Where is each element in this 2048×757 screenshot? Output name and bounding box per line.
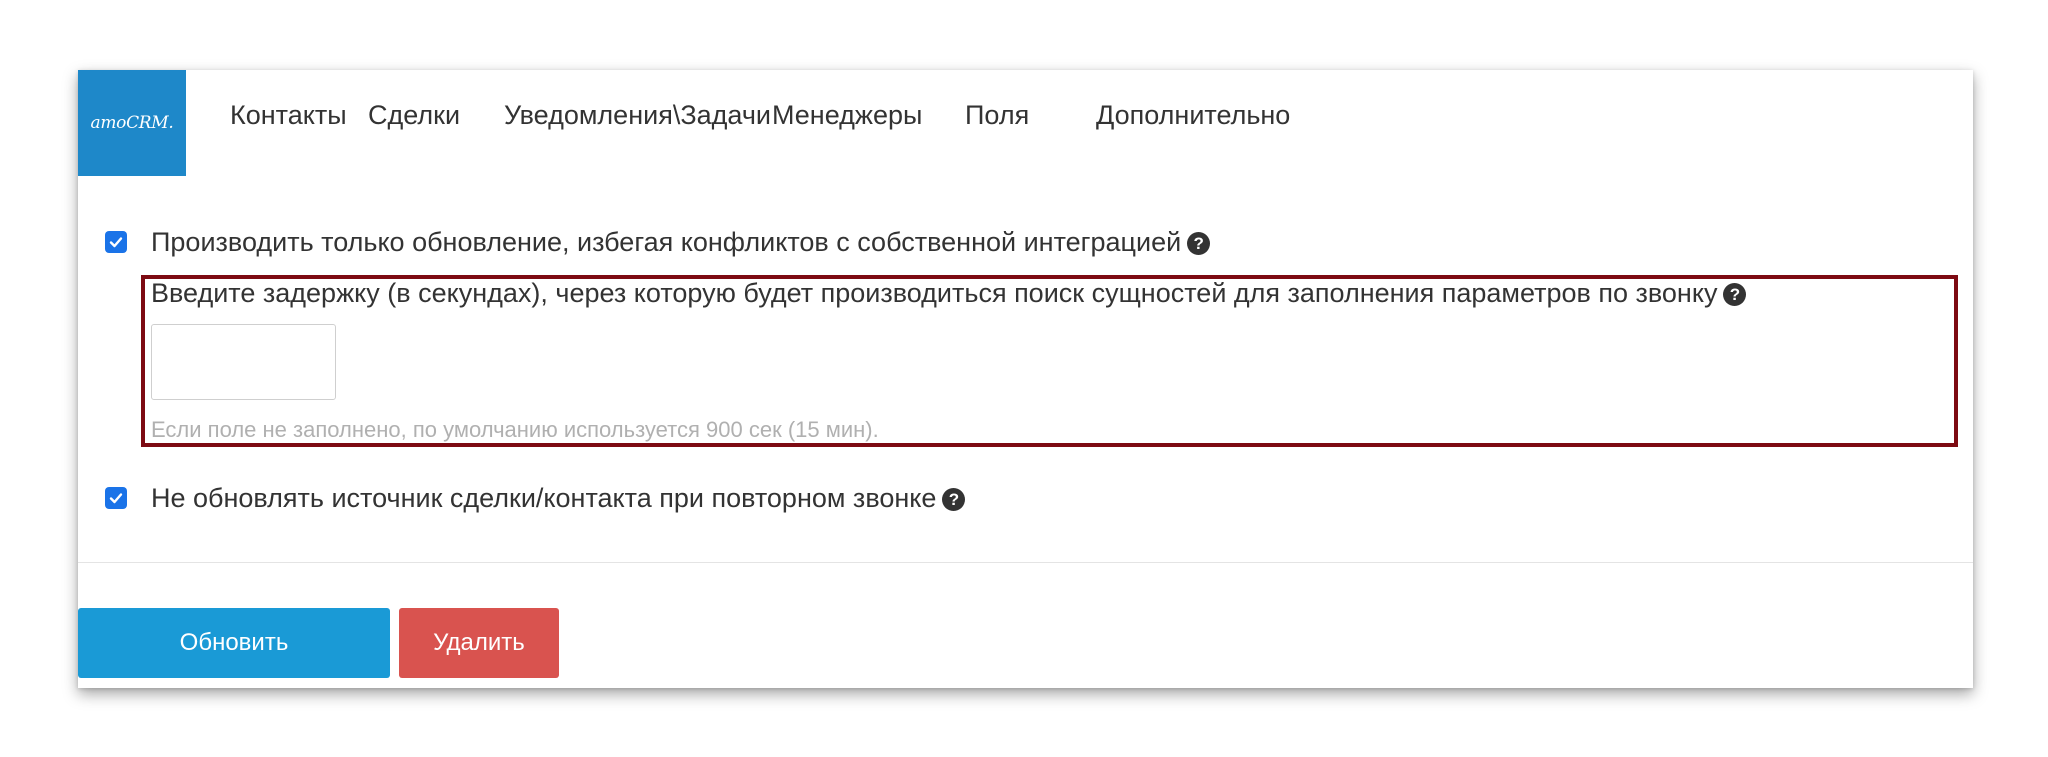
tab-notifications-tasks[interactable]: Уведомления\Задачи <box>504 100 771 131</box>
question-circle-icon[interactable]: ? <box>942 488 966 511</box>
delay-label: Введите задержку (в секундах), через кот… <box>151 278 1747 309</box>
question-circle-icon[interactable]: ? <box>1187 232 1211 255</box>
no-source-update-label: Не обновлять источник сделки/контакта пр… <box>151 483 966 514</box>
divider <box>78 562 1973 563</box>
update-only-label: Производить только обновление, избегая к… <box>151 227 1211 258</box>
tab-fields[interactable]: Поля <box>965 100 1029 131</box>
delay-seconds-input[interactable] <box>151 324 336 400</box>
amocrm-logo[interactable]: amoCRM. <box>78 70 186 176</box>
checkmark-icon <box>109 237 123 248</box>
settings-card: amoCRM. Контакты Сделки Уведомления\Зада… <box>78 70 1973 688</box>
update-only-checkbox[interactable] <box>105 231 127 253</box>
no-source-update-checkbox[interactable] <box>105 487 127 509</box>
tab-contacts[interactable]: Контакты <box>230 100 347 131</box>
delete-button[interactable]: Удалить <box>399 608 559 678</box>
tab-managers[interactable]: Менеджеры <box>772 100 922 131</box>
update-only-text: Производить только обновление, избегая к… <box>151 227 1182 257</box>
tab-deals[interactable]: Сделки <box>368 100 460 131</box>
top-navigation: amoCRM. Контакты Сделки Уведомления\Зада… <box>78 70 1973 176</box>
tab-additional[interactable]: Дополнительно <box>1096 100 1290 131</box>
question-circle-icon[interactable]: ? <box>1723 283 1747 306</box>
delay-hint: Если поле не заполнено, по умолчанию исп… <box>151 417 879 442</box>
update-button[interactable]: Обновить <box>78 608 390 678</box>
no-source-update-text: Не обновлять источник сделки/контакта пр… <box>151 483 937 513</box>
checkmark-icon <box>109 493 123 504</box>
delay-text: Введите задержку (в секундах), через кот… <box>151 278 1718 308</box>
